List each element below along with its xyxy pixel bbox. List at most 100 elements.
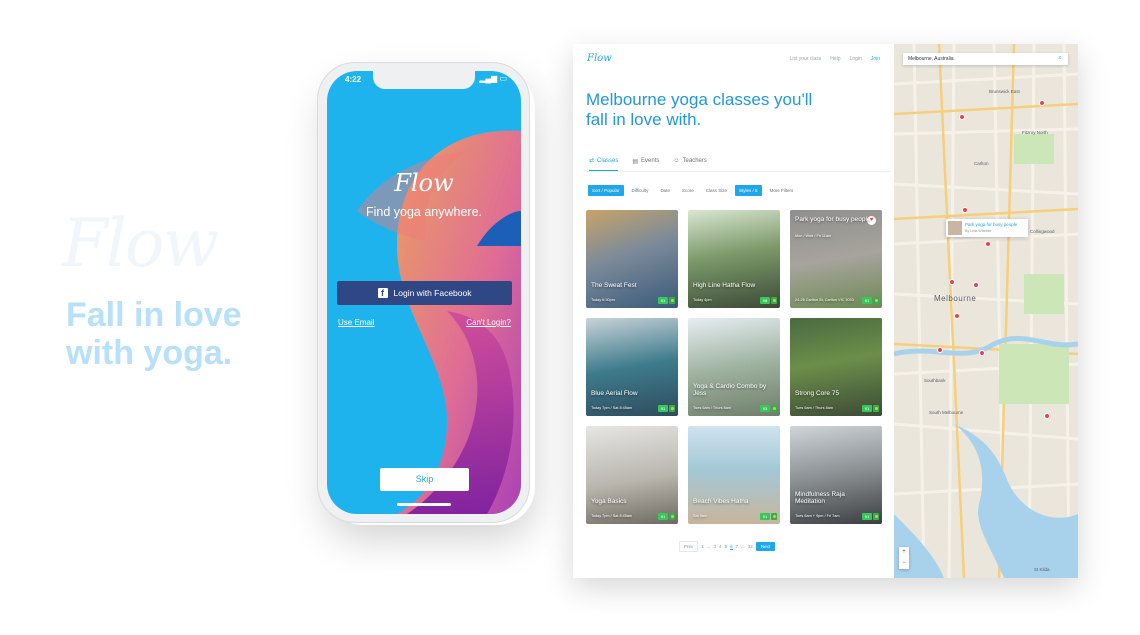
- zoom-in-button[interactable]: +: [899, 547, 909, 558]
- calendar-icon: ▤: [632, 158, 639, 165]
- page-link[interactable]: 3: [714, 544, 717, 549]
- card-title: Yoga Basics: [591, 498, 627, 505]
- page-link[interactable]: 32: [748, 544, 753, 549]
- card-title: Park yoga for busy people: [795, 216, 871, 223]
- pagination: Prev 1 ... 3 4 5 6 7 ... 32 Next: [679, 541, 776, 552]
- class-card[interactable]: Yoga & Cardio Combo by Jess Tues 6am / T…: [688, 318, 780, 416]
- current-page[interactable]: 6: [730, 544, 733, 550]
- page-link[interactable]: 7: [736, 544, 739, 549]
- map-label: Fitzroy North: [1022, 130, 1048, 135]
- cant-login-link[interactable]: Can't Login?: [466, 318, 511, 327]
- class-card[interactable]: ♥ Park yoga for busy people Mon / Wed / …: [790, 210, 882, 308]
- map-pin[interactable]: [959, 114, 965, 120]
- filter-sort[interactable]: Sort / Popular: [588, 185, 624, 196]
- website-window: Flow List your class Help Login Join Mel…: [573, 44, 1078, 578]
- page-link[interactable]: 5: [725, 544, 728, 549]
- nav-list-class[interactable]: List your class: [790, 56, 822, 62]
- filter-difficulty[interactable]: Difficulty: [628, 185, 653, 196]
- filter-styles[interactable]: Styles / 5: [734, 185, 762, 196]
- nav-help[interactable]: Help: [830, 56, 840, 62]
- card-schedule: Today 7pm / Sat 8:45am: [591, 405, 633, 410]
- tab-bar: ⇄ Classes ▤ Events ☺ Teachers: [589, 157, 707, 171]
- smiley-icon: [771, 513, 777, 520]
- skip-button[interactable]: Skip: [380, 468, 469, 491]
- site-logo[interactable]: Flow: [587, 53, 612, 64]
- card-title: High Line Hatha Flow: [693, 282, 756, 289]
- score-badge: 91: [658, 513, 668, 520]
- page-link[interactable]: 1: [701, 544, 704, 549]
- nav-login[interactable]: Login: [850, 56, 862, 62]
- facebook-login-button[interactable]: f Login with Facebook: [337, 281, 512, 305]
- signal-icon: ▂▄▆: [479, 74, 498, 83]
- map-panel[interactable]: Melbourne, Australia ⌕ Brunswick East Fi…: [894, 44, 1078, 578]
- card-title: Mindfulness Raja Meditation: [795, 491, 845, 505]
- smiley-icon: [669, 405, 675, 412]
- popup-title: Park yoga for busy people: [965, 222, 1018, 227]
- score-badge: 91: [760, 513, 770, 520]
- class-card[interactable]: The Sweat Fest Today 6:30pm 91: [586, 210, 678, 308]
- card-schedule: Today 4pm: [693, 297, 712, 302]
- presentation-stage: Flow Fall in love with yoga. 4:22 ▂▄▆ ▭ …: [0, 0, 1140, 635]
- card-title: Beach Vibes Hatha: [693, 498, 749, 505]
- use-email-link[interactable]: Use Email: [338, 318, 374, 327]
- map-pin[interactable]: [949, 279, 955, 285]
- tab-events[interactable]: ▤ Events: [632, 157, 659, 171]
- prev-page-button[interactable]: Prev: [679, 541, 699, 552]
- popup-thumbnail: [948, 221, 962, 235]
- page-headline: Melbourne yoga classes you'll fall in lo…: [586, 90, 813, 129]
- map-label: Melbourne: [934, 294, 977, 303]
- filter-class-size[interactable]: Class Size: [702, 185, 731, 196]
- score-badge: 98: [760, 297, 770, 304]
- map-pin[interactable]: [954, 313, 960, 319]
- smiley-icon: [771, 297, 777, 304]
- map-pin[interactable]: [985, 241, 991, 247]
- map-popup[interactable]: Park yoga for busy people By Leila Wheel…: [946, 219, 1028, 237]
- card-address: 24-26 Carlton St, Carlton VIC 3053: [795, 297, 854, 302]
- map-pin[interactable]: [1039, 100, 1045, 106]
- tab-classes[interactable]: ⇄ Classes: [589, 157, 619, 171]
- tab-teachers[interactable]: ☺ Teachers: [673, 157, 707, 171]
- tab-events-label: Events: [641, 158, 660, 164]
- map-pin[interactable]: [973, 282, 979, 288]
- battery-icon: ▭: [499, 74, 507, 83]
- class-card[interactable]: Blue Aerial Flow Today 7pm / Sat 8:45am …: [586, 318, 678, 416]
- filter-score[interactable]: Score: [678, 185, 698, 196]
- next-page-button[interactable]: Next: [755, 542, 776, 551]
- map-graphic: [894, 44, 1078, 578]
- page-ellipsis: ...: [706, 544, 711, 549]
- map-pin[interactable]: [1044, 413, 1050, 419]
- map-label: Carlton: [974, 161, 989, 166]
- zoom-out-button[interactable]: −: [899, 558, 909, 569]
- top-nav: List your class Help Login Join: [790, 56, 880, 62]
- class-card[interactable]: High Line Hatha Flow Today 4pm 98: [688, 210, 780, 308]
- map-label: Collingwood: [1030, 229, 1055, 234]
- map-pin[interactable]: [937, 347, 943, 353]
- class-card[interactable]: Yoga Basics Today 7pm / Sat 8:45am 91: [586, 426, 678, 524]
- filter-date[interactable]: Date: [656, 185, 674, 196]
- card-schedule: Sat 9am: [693, 513, 708, 518]
- page-link[interactable]: 4: [719, 544, 722, 549]
- card-title: Strong Core 75: [795, 390, 840, 397]
- status-time: 4:22: [345, 75, 362, 84]
- smiley-icon: [873, 513, 879, 520]
- map-label: Southbank: [924, 378, 946, 383]
- card-schedule: Today 7pm / Sat 8:45am: [591, 513, 633, 518]
- home-indicator: [397, 503, 451, 506]
- smiley-icon: [669, 297, 675, 304]
- page-ellipsis: ...: [741, 544, 745, 549]
- class-card[interactable]: Mindfulness Raja Meditation Tues 6am + 9…: [790, 426, 882, 524]
- tab-divider: [586, 171, 891, 172]
- map-pin[interactable]: [962, 207, 968, 213]
- shuffle-icon: ⇄: [589, 158, 595, 164]
- card-schedule: Tues 6am / Thurs 8am: [693, 405, 731, 410]
- person-icon: ☺: [673, 158, 680, 164]
- class-card[interactable]: Beach Vibes Hatha Sat 9am 91: [688, 426, 780, 524]
- map-pin[interactable]: [979, 350, 985, 356]
- filter-more[interactable]: More Filters: [766, 185, 798, 196]
- nav-join[interactable]: Join: [871, 56, 880, 62]
- score-badge: 91: [658, 405, 668, 412]
- score-badge: 91: [862, 297, 872, 304]
- location-search-input[interactable]: Melbourne, Australia ⌕: [903, 53, 1068, 65]
- class-card[interactable]: Strong Core 75 Tues 6am / Thurs 8am 91: [790, 318, 882, 416]
- search-icon[interactable]: ⌕: [1059, 55, 1062, 62]
